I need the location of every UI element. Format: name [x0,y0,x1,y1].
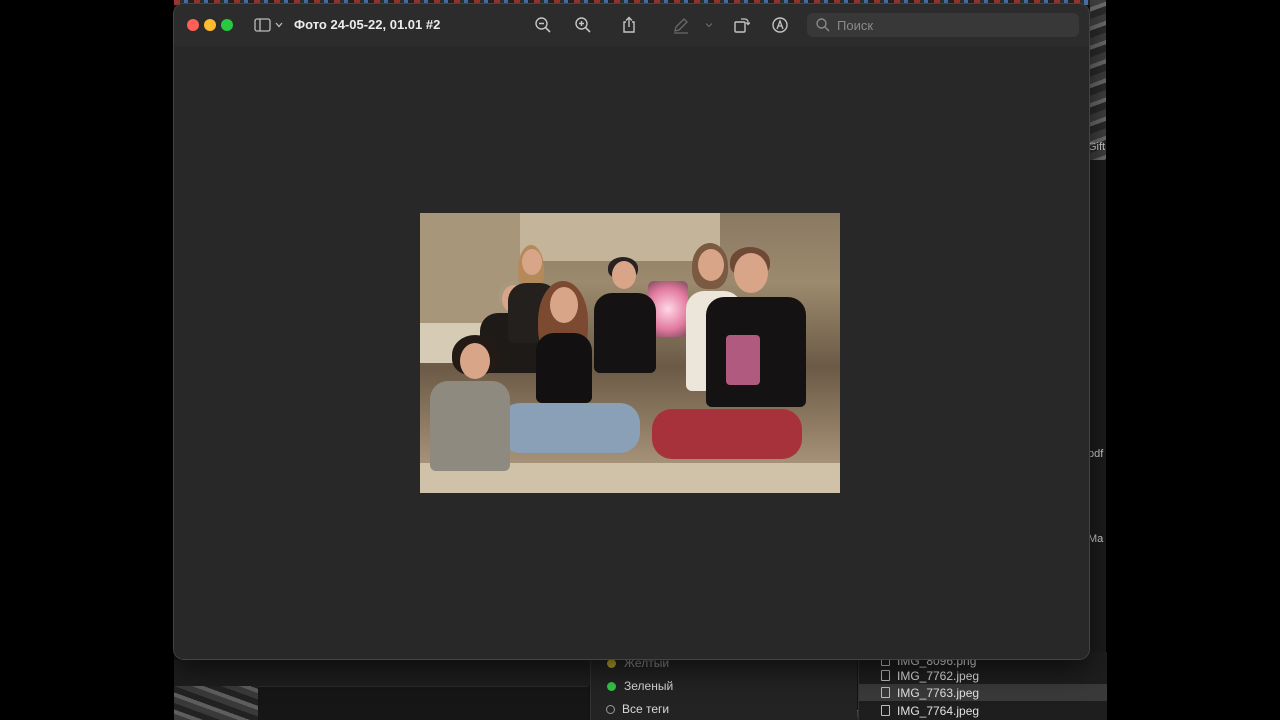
all-tags-icon [606,704,615,714]
rotate-icon [734,18,750,33]
search-field[interactable] [807,13,1079,37]
preview-window: Фото 24-05-22, 01.01 #2 [174,4,1089,659]
group-photo [420,213,840,493]
background-window-strip [258,686,588,720]
file-row-selected[interactable]: IMG_7763.jpeg [859,684,1107,701]
yellow-tag-dot-icon [607,658,616,668]
image-file-icon [881,705,890,716]
share-button[interactable] [618,14,640,36]
file-name: IMG_7764.jpeg [897,703,980,718]
close-button[interactable] [187,19,199,31]
annotate-button[interactable] [769,14,791,36]
background-fragment-text: Gift [1088,141,1106,153]
tag-label: Зеленый [624,679,674,693]
tag-label: Все теги [622,702,670,716]
file-name: IMG_7762.jpeg [897,668,980,683]
tag-item-green[interactable]: Зеленый [591,675,673,697]
image-canvas [174,46,1089,659]
minimize-button[interactable] [204,19,216,31]
file-row[interactable]: IMG_7762.jpeg [859,667,1107,684]
zoom-button[interactable] [221,19,233,31]
file-row[interactable]: IMG_7764.jpeg [859,702,1107,719]
finder-file-list: IMG_8096.png IMG_7762.jpeg IMG_7763.jpeg… [858,652,1107,720]
background-fragment-text: pdf [1088,448,1104,460]
annotate-icon [772,17,788,33]
green-tag-dot-icon [607,681,616,691]
zoom-out-icon [535,17,551,33]
image-file-icon [881,687,890,698]
zoom-out-button[interactable] [532,14,554,36]
chevron-down-icon [705,23,713,28]
search-input[interactable] [837,17,1067,33]
search-icon [816,18,830,32]
background-window-strip [174,660,594,686]
tag-item-all[interactable]: Все теги [591,698,669,720]
markup-button[interactable] [670,14,692,36]
sidebar-icon [254,18,283,32]
rotate-button[interactable] [730,14,752,36]
share-icon [623,16,635,33]
pen-icon [674,18,688,34]
background-fragment-text: Ma [1088,533,1104,545]
finder-sidebar-tags: Желтый Зеленый Все теги [590,652,857,720]
zoom-in-icon [575,17,591,33]
window-title: Фото 24-05-22, 01.01 #2 [294,17,441,32]
background-wallpaper [174,686,258,720]
sidebar-toggle-button[interactable] [252,16,288,34]
background-wallpaper [1090,0,1106,160]
file-name: IMG_7763.jpeg [897,685,980,700]
file-icon [881,670,890,681]
titlebar: Фото 24-05-22, 01.01 #2 [174,4,1089,46]
zoom-in-button[interactable] [572,14,594,36]
markup-menu-button[interactable] [700,14,718,36]
